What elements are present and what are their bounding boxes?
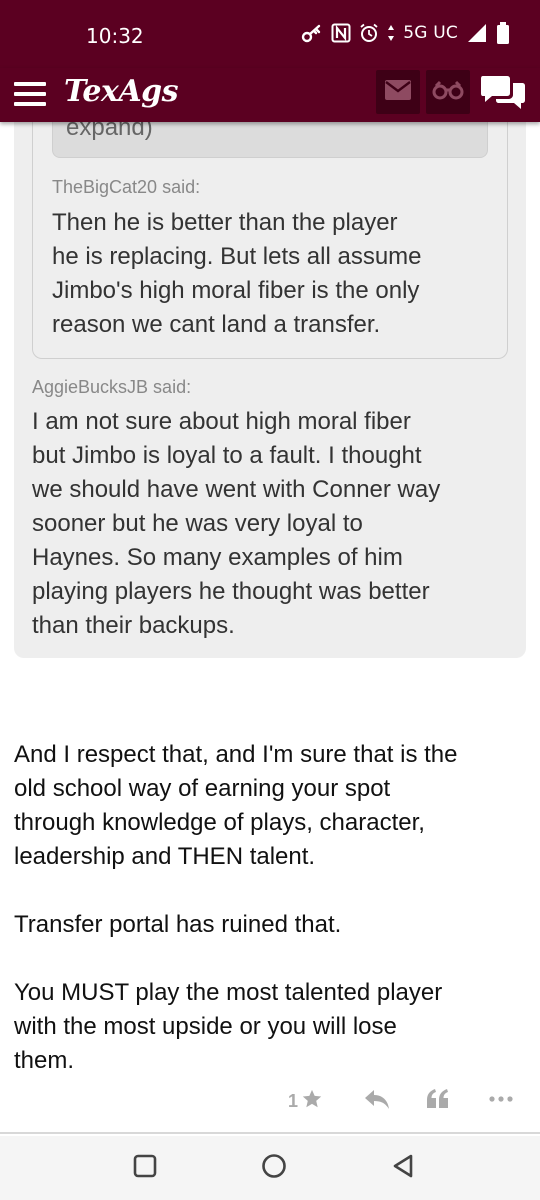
key-icon xyxy=(301,22,323,44)
battery-icon xyxy=(496,22,510,44)
post-body: And I respect that, and I'm sure that is… xyxy=(14,738,530,1112)
quote-icon xyxy=(426,1088,450,1115)
home-circle-icon xyxy=(261,1153,287,1184)
menu-icon xyxy=(14,82,46,86)
star-count: 1 xyxy=(288,1091,299,1111)
quote-outer-author[interactable]: AggieBucksJB said: xyxy=(32,377,191,398)
app-header: TexAgs xyxy=(0,68,540,122)
star-button[interactable]: 1 xyxy=(288,1088,323,1115)
star-icon xyxy=(301,1088,323,1115)
quote-inner-text: Then he is better than the player he is … xyxy=(52,209,422,338)
chat-bubbles-icon xyxy=(481,73,525,116)
reply-icon xyxy=(364,1088,390,1115)
recents-button[interactable] xyxy=(130,1153,160,1183)
post-paragraph: And I respect that, and I'm sure that is… xyxy=(14,741,458,870)
quote-outer-text: I am not sure about high moral fiber but… xyxy=(32,408,441,639)
system-nav-bar xyxy=(0,1136,540,1200)
quote-inner-author[interactable]: TheBigCat20 said: xyxy=(52,177,200,198)
chat-button[interactable] xyxy=(480,72,526,116)
post-actions: 1 xyxy=(0,1084,540,1118)
binoculars-icon xyxy=(432,80,464,105)
post-paragraph: Transfer portal has ruined that. xyxy=(14,911,342,938)
nfc-icon xyxy=(331,23,351,43)
recents-square-icon xyxy=(133,1154,157,1183)
more-icon xyxy=(488,1088,516,1115)
back-triangle-icon xyxy=(391,1153,415,1184)
home-button[interactable] xyxy=(259,1153,289,1183)
binoculars-button[interactable] xyxy=(426,70,470,114)
quote-button[interactable] xyxy=(426,1088,450,1115)
reply-button[interactable] xyxy=(364,1088,390,1115)
signal-icon xyxy=(466,23,488,43)
mail-icon xyxy=(385,79,411,105)
post-paragraph: You MUST play the most talented player w… xyxy=(14,979,443,1074)
alarm-icon xyxy=(359,23,379,43)
more-button[interactable] xyxy=(488,1088,516,1115)
status-icons: 5G UC xyxy=(301,22,510,44)
site-logo[interactable]: TexAgs xyxy=(64,74,179,109)
mail-button[interactable] xyxy=(376,70,420,114)
divider xyxy=(0,1132,540,1134)
back-button[interactable] xyxy=(388,1153,418,1183)
status-time: 10:32 xyxy=(86,24,144,48)
status-bar: 10:32 5G UC xyxy=(0,0,540,68)
network-type: 5G UC xyxy=(403,23,458,43)
menu-button[interactable] xyxy=(12,80,48,110)
data-arrows-icon xyxy=(387,24,395,42)
